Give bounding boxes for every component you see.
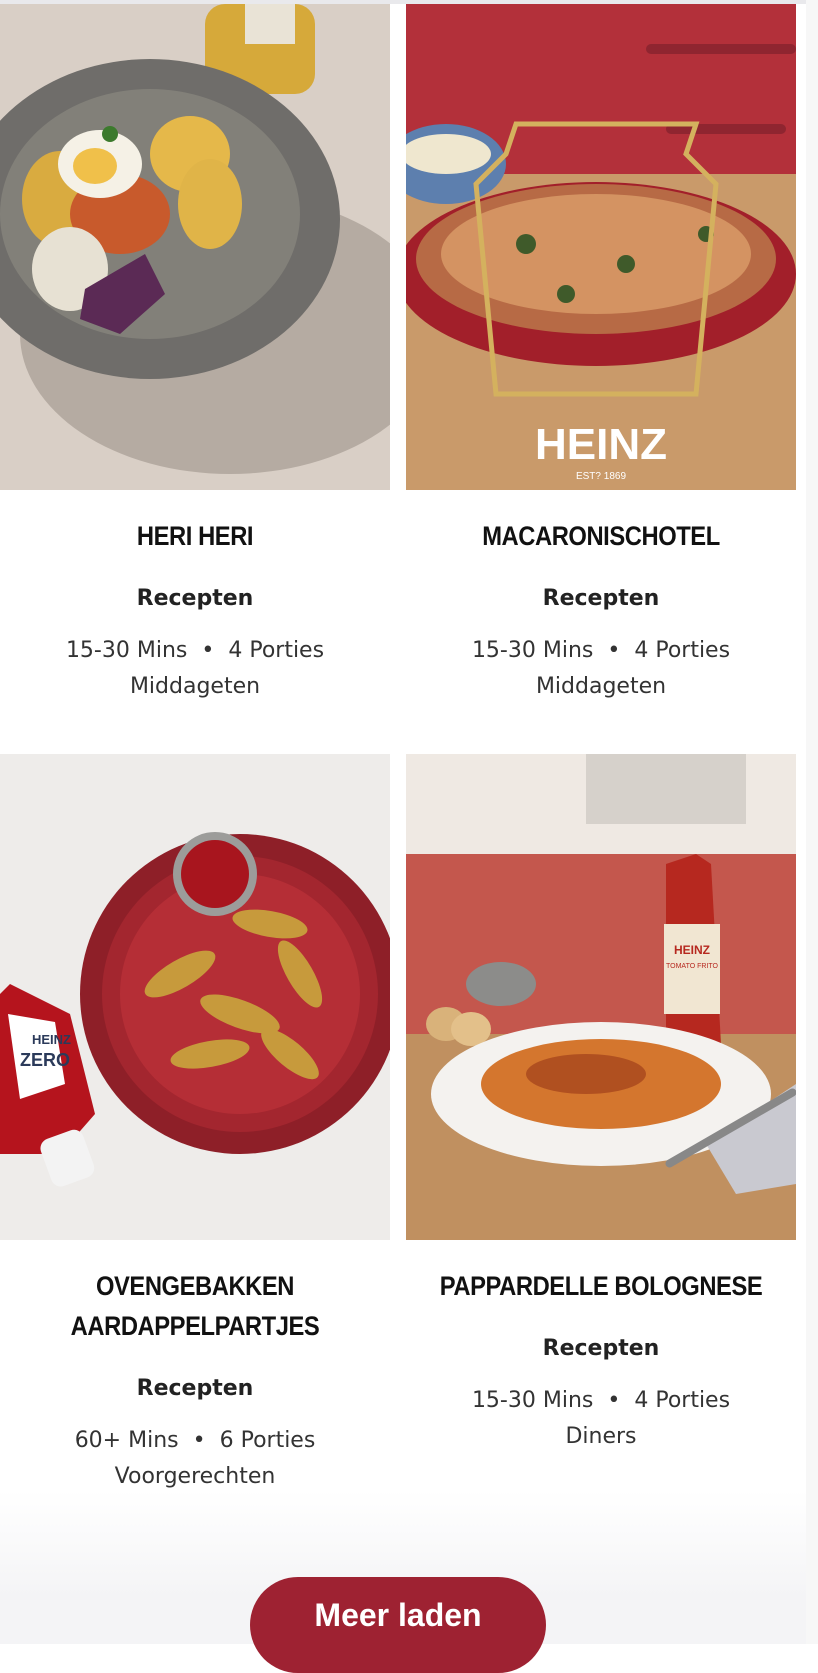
recipe-servings: 4 Porties (634, 1388, 731, 1413)
recipe-image-potato-wedges[interactable]: HEINZ ZERO (0, 754, 390, 1240)
recipe-course: Middageten (129, 674, 261, 699)
recipe-title-line-2[interactable]: AARDAPPELPARTJES (23, 1306, 366, 1346)
recipe-meta: 60+ Mins • 6 Porties (0, 1428, 390, 1453)
recipe-course: Voorgerechten (114, 1464, 276, 1489)
recipe-servings: 4 Porties (228, 638, 325, 663)
recipe-title-line-1[interactable]: OVENGEBAKKEN (23, 1266, 366, 1306)
bottle-label-subtext: ZERO (20, 1050, 70, 1070)
macaroni-casserole-image: HEINZ EST? 1869 (406, 4, 796, 490)
recipe-meta: 15-30 Mins • 4 Porties (406, 1388, 796, 1413)
plate-plantains-egg-image (0, 4, 390, 490)
recipe-meta: 15-30 Mins • 4 Porties (406, 638, 796, 663)
recipe-title[interactable]: HERI HERI (23, 516, 366, 556)
load-more-button[interactable]: Meer laden (250, 1577, 546, 1673)
recipe-title[interactable]: PAPPARDELLE BOLOGNESE (429, 1266, 772, 1306)
recipe-category: Recepten (136, 1376, 254, 1401)
recipe-image-heri-heri[interactable] (0, 4, 390, 490)
potato-wedges-ketchup-image: HEINZ ZERO (0, 754, 390, 1240)
recipe-title[interactable]: MACARONISCHOTEL (429, 516, 772, 556)
recipe-image-macaronischotel[interactable]: HEINZ EST? 1869 (406, 4, 796, 490)
recipe-category: Recepten (542, 586, 660, 611)
recipe-meta: 15-30 Mins • 4 Porties (0, 638, 390, 663)
recipe-category: Recepten (136, 586, 254, 611)
heinz-logo-text: HEINZ (535, 420, 667, 469)
recipe-course: Diners (565, 1424, 637, 1449)
separator-dot: • (192, 1428, 206, 1453)
recipe-course: Middageten (535, 674, 667, 699)
recipe-time: 15-30 Mins (471, 638, 594, 663)
bottle-label-text: HEINZ (32, 1032, 71, 1047)
recipe-time: 15-30 Mins (65, 638, 188, 663)
recipe-servings: 6 Porties (219, 1428, 316, 1453)
heinz-logo-subtext: EST? 1869 (576, 471, 626, 482)
recipe-card-ovengebakken-aardappelpartjes[interactable]: HEINZ ZERO OVENGEBAKKEN AARDAPPELPARTJES… (0, 754, 390, 1494)
bottle-label-subtext: TOMATO FRITO (666, 963, 719, 970)
recipe-card-heri-heri[interactable]: HERI HERI Recepten 15-30 Mins • 4 Porties … (0, 4, 390, 704)
recipe-card-macaronischotel[interactable]: HEINZ EST? 1869 MACARONISCHOTEL Recepten… (406, 4, 796, 704)
recipe-servings: 4 Porties (634, 638, 731, 663)
recipe-time: 15-30 Mins (471, 1388, 594, 1413)
recipe-time: 60+ Mins (74, 1428, 179, 1453)
separator-dot: • (201, 638, 215, 663)
bottle-label-text: HEINZ (674, 943, 710, 957)
recipe-image-pappardelle[interactable]: HEINZ TOMATO FRITO (406, 754, 796, 1240)
recipe-category: Recepten (542, 1336, 660, 1361)
recipe-card-pappardelle-bolognese[interactable]: HEINZ TOMATO FRITO PAPPARDELLE BOLOGNESE… (406, 754, 796, 1454)
separator-dot: • (607, 1388, 621, 1413)
scrollbar[interactable] (806, 0, 818, 1644)
separator-dot: • (607, 638, 621, 663)
pappardelle-bolognese-image: HEINZ TOMATO FRITO (406, 754, 796, 1240)
